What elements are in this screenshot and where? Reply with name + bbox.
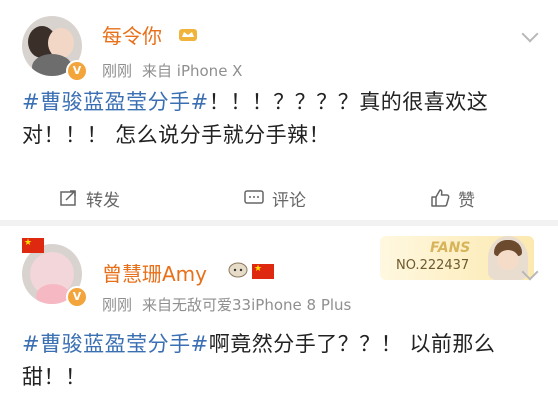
post-source: 来自 iPhone X <box>142 62 243 80</box>
comment-label: 评论 <box>272 190 306 211</box>
sheep-icon <box>228 262 248 278</box>
repost-icon <box>60 190 76 206</box>
chevron-down-icon[interactable] <box>521 25 539 43</box>
post-text: #曹骏蓝盈莹分手#！！！？？？？真的很喜欢这对！！！ 怎么说分手就分手辣！ <box>22 86 542 152</box>
comment-icon <box>244 190 264 204</box>
hashtag-link[interactable]: #曹骏蓝盈莹分手# <box>22 332 209 356</box>
fans-badge: FANS NO.222437 <box>380 236 534 280</box>
username[interactable]: 每令你 <box>102 20 162 49</box>
comment-button[interactable]: 评论 <box>244 180 306 216</box>
china-flag-icon: ★ <box>22 238 44 253</box>
post-meta: 刚刚 来自无敌可爱33iPhone 8 Plus <box>102 294 361 315</box>
fans-number: NO.222437 <box>396 258 470 273</box>
fans-label: FANS <box>430 240 471 256</box>
hashtag-link[interactable]: #曹骏蓝盈莹分手# <box>22 90 209 114</box>
like-button[interactable]: 赞 <box>430 180 475 216</box>
verified-icon: V <box>66 60 88 82</box>
repost-button[interactable]: 转发 <box>60 180 120 216</box>
weibo-post-2: ★ V 曾慧珊Amy ★ FANS NO.222437 刚刚 来自无敌可爱33iP… <box>0 226 558 404</box>
like-label: 赞 <box>458 190 475 211</box>
vip-crown-icon <box>179 29 197 41</box>
china-flag-icon: ★ <box>252 264 274 279</box>
username[interactable]: 曾慧珊Amy <box>102 258 207 287</box>
post-meta: 刚刚 来自 iPhone X <box>102 60 252 81</box>
weibo-post-1: V 每令你 刚刚 来自 iPhone X #曹骏蓝盈莹分手#！！！？？？？真的很喜… <box>0 0 558 226</box>
verified-icon: V <box>66 286 88 308</box>
action-bar: 转发 评论 赞 <box>0 180 558 216</box>
like-icon <box>431 189 450 207</box>
post-source: 来自无敌可爱33iPhone 8 Plus <box>142 296 352 314</box>
post-time: 刚刚 <box>102 62 133 80</box>
post-text: #曹骏蓝盈莹分手#啊竟然分手了？？！ 以前那么甜！！ <box>22 328 542 394</box>
repost-label: 转发 <box>86 190 120 211</box>
post-time: 刚刚 <box>102 296 133 314</box>
